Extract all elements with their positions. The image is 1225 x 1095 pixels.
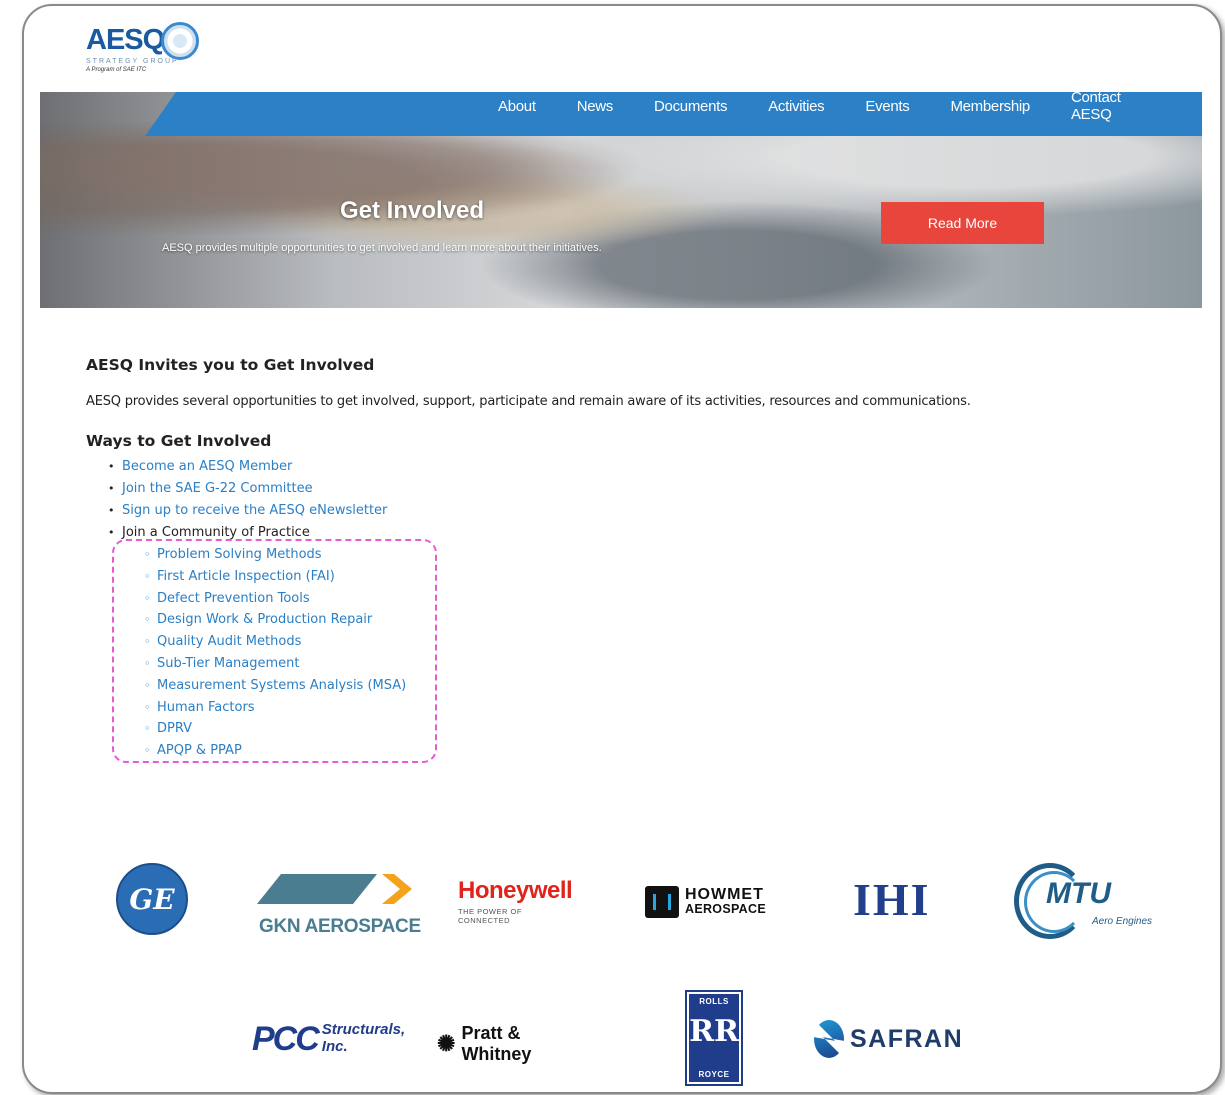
howmet-mark-icon	[645, 886, 679, 918]
nav-activities[interactable]: Activities	[768, 98, 824, 115]
honeywell-logo: Honeywell THE POWER OF CONNECTED	[458, 877, 573, 925]
safran-mark-icon	[814, 1020, 844, 1058]
read-more-button[interactable]: Read More	[881, 202, 1044, 244]
gkn-shape-icon	[257, 874, 377, 904]
hero-banner: About News Documents Activities Events M…	[40, 92, 1202, 308]
nav-events[interactable]: Events	[865, 98, 909, 115]
main-nav: About News Documents Activities Events M…	[498, 92, 1202, 126]
ways-list: Become an AESQ Member Join the SAE G-22 …	[108, 457, 387, 545]
honeywell-tagline: THE POWER OF CONNECTED	[458, 907, 522, 925]
howmet-logo: HOWMET AEROSPACE	[645, 886, 766, 918]
gkn-arrow-icon	[382, 874, 412, 904]
ge-logo: GE	[116, 863, 188, 935]
rr-bottom: ROYCE	[698, 1070, 730, 1079]
nav-about[interactable]: About	[498, 98, 536, 115]
list-item: Become an AESQ Member	[108, 457, 387, 479]
pw-name: Pratt & Whitney	[461, 1023, 532, 1064]
page-heading: AESQ Invites you to Get Involved	[86, 356, 375, 374]
nav-documents[interactable]: Documents	[654, 98, 727, 115]
pw-eagle-icon: ✺	[437, 1031, 456, 1056]
logo-program: A Program of SAE ITC	[86, 67, 147, 73]
pcc-sub: Structurals, Inc.	[321, 1021, 406, 1055]
howmet-sub: AEROSPACE	[685, 902, 766, 916]
intro-text: AESQ provides several opportunities to g…	[86, 394, 971, 409]
ihi-logo: IHI	[853, 874, 931, 925]
pcc-logo: PCC Structurals, Inc.	[252, 1020, 405, 1059]
rr-monogram: RR	[689, 1014, 739, 1049]
dashed-highlight-box	[112, 539, 437, 763]
safran-logo: SAFRAN	[814, 1020, 963, 1058]
rr-top: ROLLS	[699, 997, 729, 1006]
gkn-logo: GKN AEROSPACE	[257, 874, 427, 940]
hero-subtitle: AESQ provides multiple opportunities to …	[162, 242, 602, 254]
nav-membership[interactable]: Membership	[950, 98, 1030, 115]
mtu-logo: MTU Aero Engines	[1014, 863, 1174, 943]
mtu-sub: Aero Engines	[1092, 916, 1153, 927]
list-item: Sign up to receive the AESQ eNewsletter	[108, 501, 387, 523]
hero-title: Get Involved	[340, 197, 485, 224]
honeywell-name: Honeywell	[458, 877, 573, 904]
list-item: Join the SAE G-22 Committee	[108, 479, 387, 501]
safran-name: SAFRAN	[850, 1024, 964, 1053]
mtu-name: MTU	[1046, 877, 1111, 910]
logo-ring-icon	[161, 22, 199, 60]
rolls-royce-logo: ROLLS RR ROYCE	[685, 990, 743, 1086]
gkn-text: GKN AEROSPACE	[259, 916, 421, 937]
browser-frame: AESQ STRATEGY GROUP A Program of SAE ITC…	[22, 4, 1222, 1094]
nav-contact[interactable]: Contact AESQ	[1071, 92, 1161, 123]
aesq-logo[interactable]: AESQ STRATEGY GROUP A Program of SAE ITC	[86, 20, 226, 80]
community-of-practice-label: Join a Community of Practice	[122, 525, 310, 540]
howmet-name: HOWMET	[685, 886, 764, 903]
pratt-whitney-logo: ✺ Pratt & Whitney	[437, 1023, 531, 1065]
ways-heading: Ways to Get Involved	[86, 432, 272, 450]
link-become-member[interactable]: Become an AESQ Member	[122, 459, 292, 474]
link-join-g22[interactable]: Join the SAE G-22 Committee	[122, 481, 313, 496]
link-newsletter[interactable]: Sign up to receive the AESQ eNewsletter	[122, 503, 387, 518]
logo-wordmark: AESQ	[86, 24, 165, 56]
logo-subtitle: STRATEGY GROUP	[86, 58, 179, 65]
pcc-name: PCC	[252, 1020, 320, 1058]
nav-news[interactable]: News	[577, 98, 614, 115]
